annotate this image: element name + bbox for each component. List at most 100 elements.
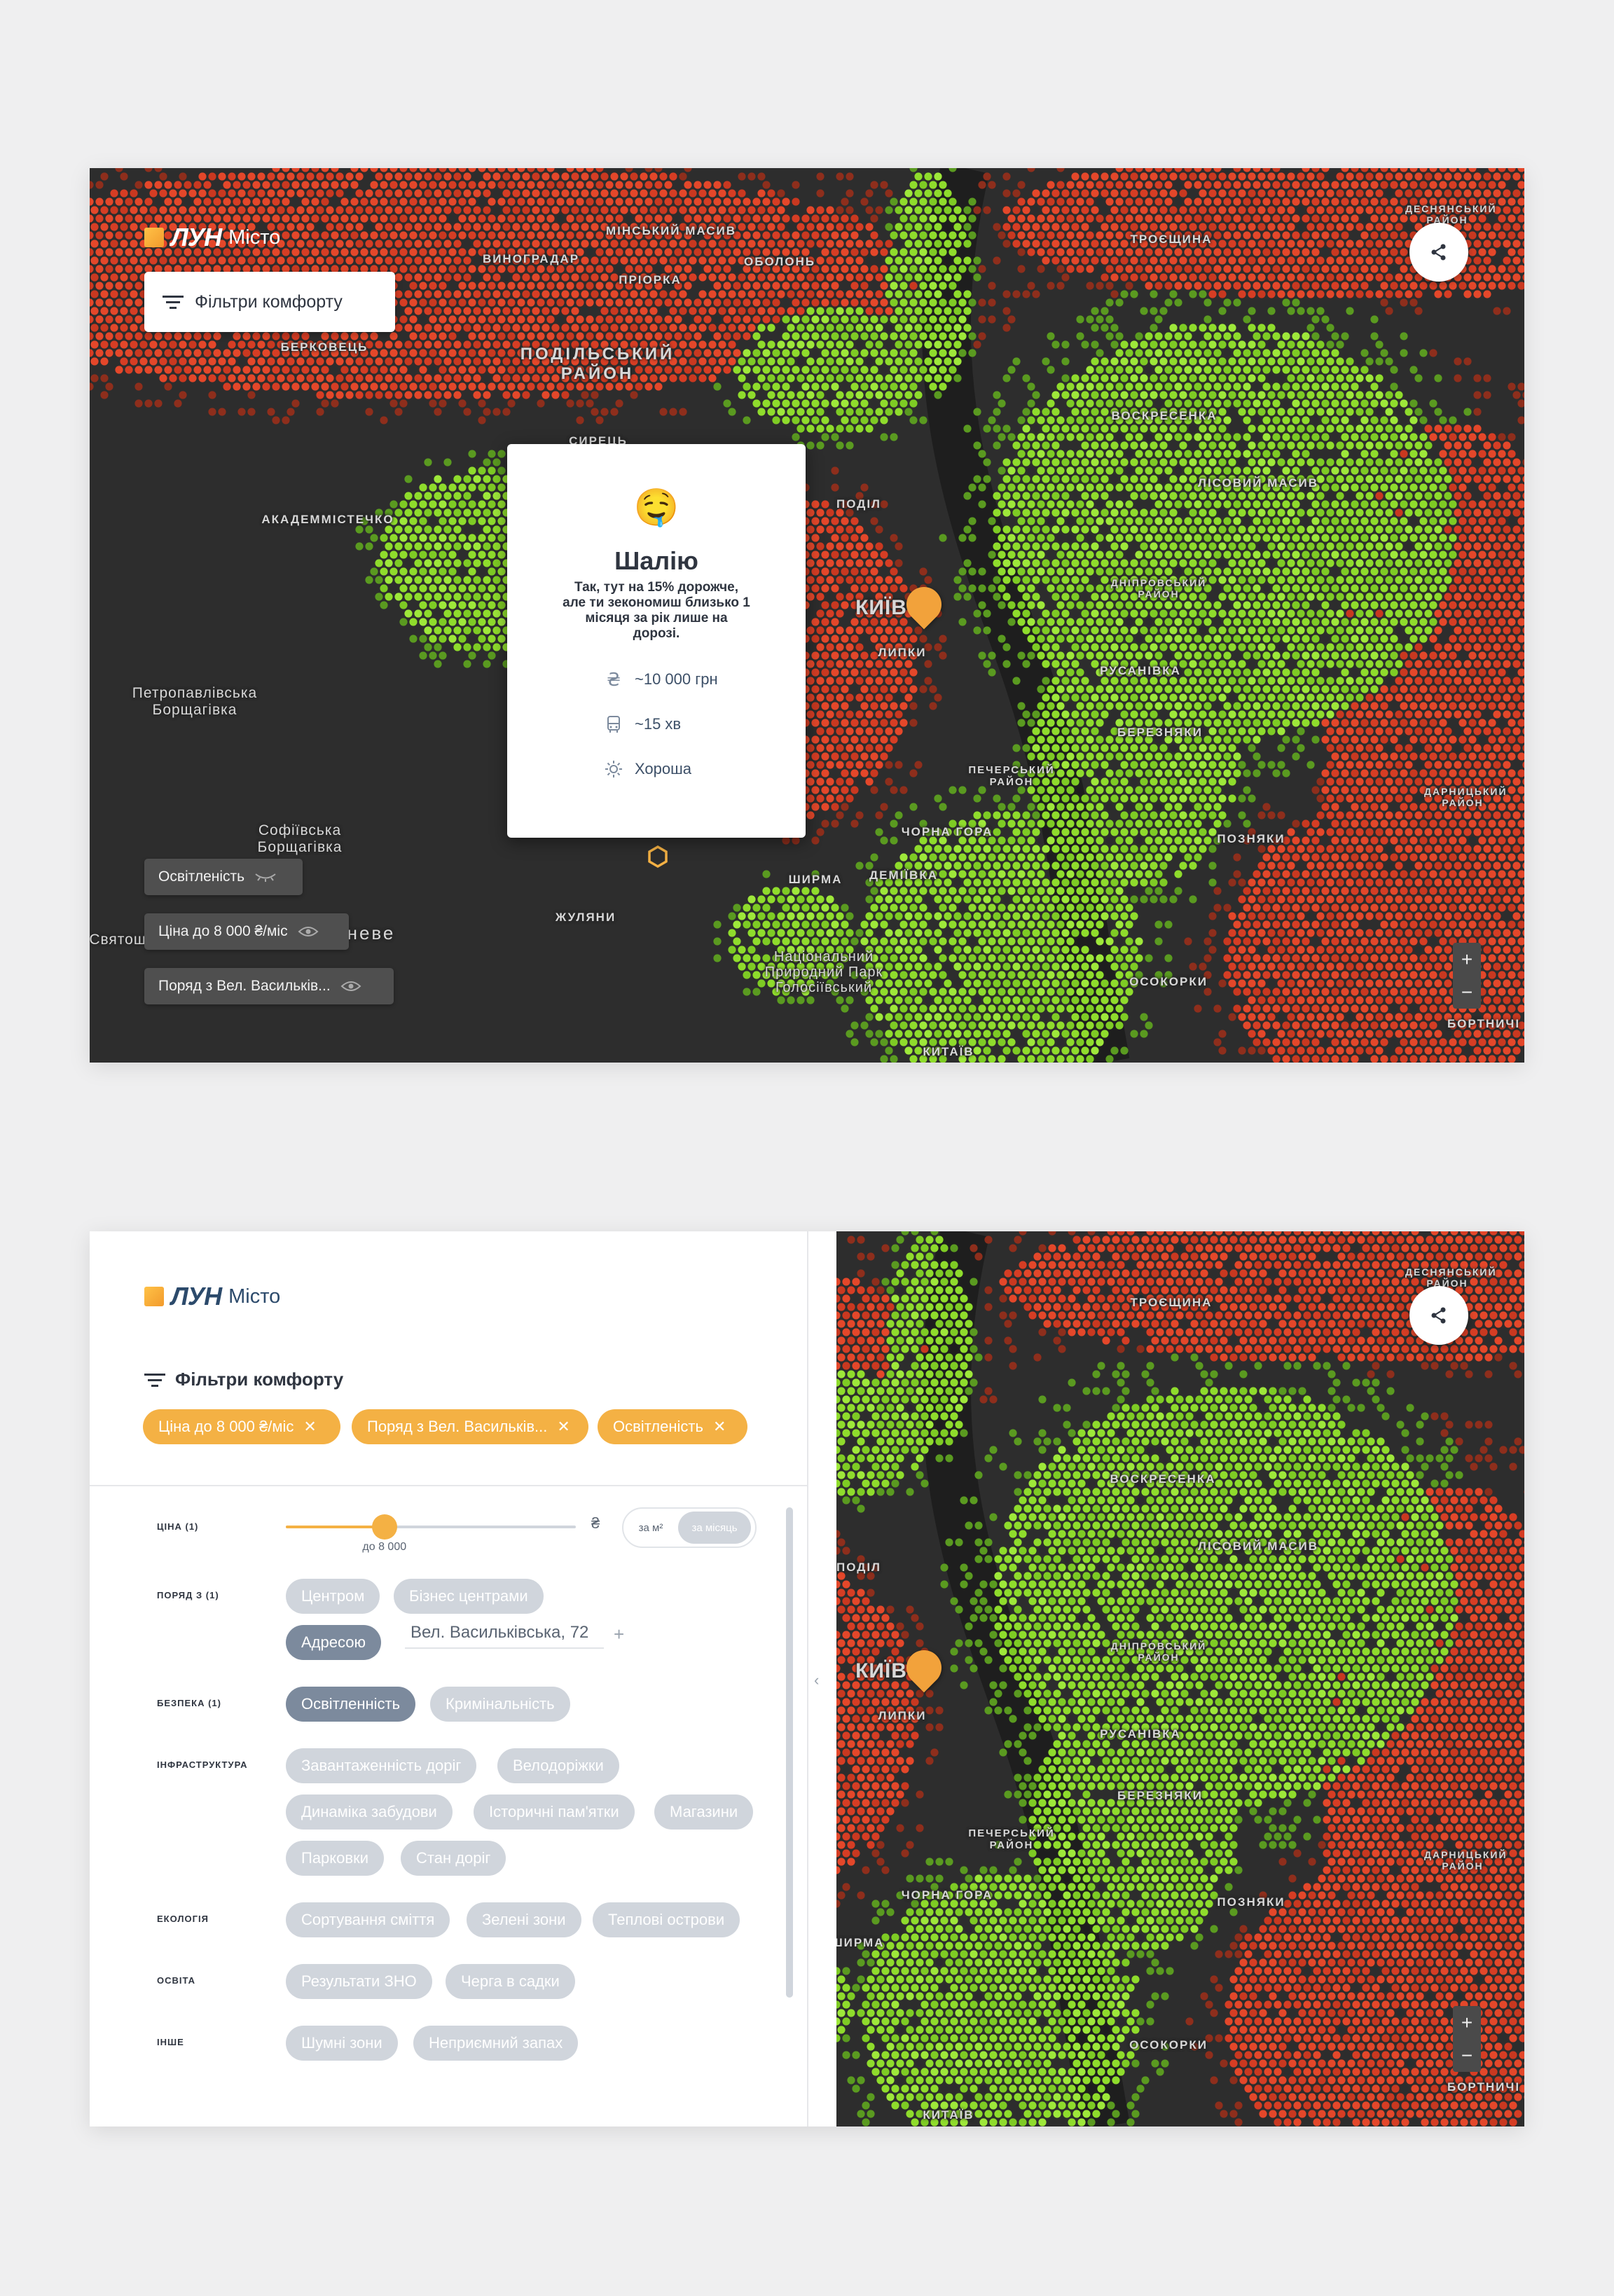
eye-closed-icon[interactable] <box>254 872 277 882</box>
active-filter-chip[interactable]: Поряд з Вел. Васильків... ✕ <box>352 1409 588 1444</box>
option-chip[interactable]: Центром <box>286 1579 380 1614</box>
price-slider[interactable] <box>286 1514 576 1540</box>
option-chip[interactable]: Черга в садки <box>446 1964 575 1999</box>
logo-sub: Місто <box>228 226 281 249</box>
price-stat: ₴ ~10 000 грн <box>604 657 806 702</box>
close-icon[interactable]: ✕ <box>303 1418 316 1436</box>
option-chip[interactable]: Неприємний запах <box>413 2026 579 2061</box>
toggle-per-month[interactable]: за місяць <box>678 1512 751 1544</box>
filters-header[interactable]: Фільтри комфорту <box>144 1369 343 1390</box>
zoom-out-button[interactable]: − <box>1461 2045 1472 2066</box>
option-chip[interactable]: Магазини <box>654 1794 754 1830</box>
map-label-city: Київ <box>855 1659 907 1682</box>
address-input[interactable]: Вел. Васильківська, 72 <box>405 1618 604 1649</box>
filter-icon <box>163 296 184 309</box>
price-unit-toggle[interactable]: за м² за місяць <box>622 1507 757 1548</box>
logo[interactable]: ЛУН Місто <box>144 1282 280 1311</box>
row-label-price: ЦІНА (1) <box>157 1521 199 1532</box>
map-label: Троєщина <box>1130 1296 1213 1309</box>
share-button[interactable] <box>1409 1286 1468 1345</box>
map-label: Поділ <box>836 1561 881 1574</box>
option-chip[interactable]: Теплові острови <box>593 1902 740 1937</box>
logo[interactable]: ЛУН Місто <box>144 223 280 252</box>
layer-chip-price[interactable]: Ціна до 8 000 ₴/міс <box>144 913 349 950</box>
option-chip-selected[interactable]: Освітленність <box>286 1687 416 1722</box>
map-label: Жуляни <box>555 911 616 924</box>
map-label: Позняки <box>1217 1895 1285 1909</box>
row-label-other: ІНШЕ <box>157 2037 184 2047</box>
chevron-left-icon[interactable]: ‹ <box>814 1671 819 1689</box>
row-label-safety: БЕЗПЕКА (1) <box>157 1698 221 1708</box>
map-label: Лісовий масив <box>1198 476 1318 490</box>
eye-icon[interactable] <box>340 980 361 993</box>
option-chip[interactable]: Кримінальність <box>430 1687 570 1722</box>
share-icon <box>1431 1307 1446 1324</box>
row-label-ecology: ЕКОЛОГІЯ <box>157 1914 209 1924</box>
popup-description: Так, тут на 15% дорожче, але ти зекономи… <box>563 580 750 641</box>
comfort-heatmap[interactable] <box>836 1231 1524 2126</box>
close-icon[interactable]: ✕ <box>713 1418 726 1436</box>
share-icon <box>1431 244 1446 261</box>
option-chip[interactable]: Зелені зони <box>467 1902 581 1937</box>
price-slider-fill <box>286 1526 385 1528</box>
map-label: Липки <box>878 646 927 659</box>
active-filter-chip[interactable]: Ціна до 8 000 ₴/міс ✕ <box>143 1409 340 1444</box>
option-chip[interactable]: Велодоріжки <box>497 1748 619 1783</box>
transit-stat-value: ~15 хв <box>635 715 682 733</box>
map-pane: Троєщина Воскресенка Поділ Київ Липки Лі… <box>836 1231 1524 2126</box>
hex-marker-icon[interactable] <box>646 845 670 869</box>
option-chip[interactable]: Завантаженність доріг <box>286 1748 477 1783</box>
map-label: Виноградар <box>482 252 580 265</box>
add-icon[interactable]: + <box>614 1624 624 1645</box>
option-chip[interactable]: Бізнес центрами <box>394 1579 544 1614</box>
divider <box>90 1485 807 1486</box>
option-chip[interactable]: Результати ЗНО <box>286 1964 432 1999</box>
layer-chip-lighting[interactable]: Освітленість <box>144 859 303 895</box>
map-label: Бортничі <box>1447 1017 1521 1030</box>
map-label-city: Київ <box>855 596 907 619</box>
map-label: Мінський масив <box>606 224 736 237</box>
option-chip[interactable]: Стан доріг <box>401 1841 506 1876</box>
zoom-in-button[interactable]: + <box>1461 2012 1472 2033</box>
option-chip[interactable]: Парковки <box>286 1841 384 1876</box>
map-label: Пріорка <box>619 273 682 286</box>
map-label: Печерський район <box>968 764 1055 788</box>
comfort-filters-label: Фільтри комфорту <box>195 291 343 312</box>
comfort-filters-button[interactable]: Фільтри комфорту <box>144 272 395 332</box>
area-info-popup: 🤤 Шалію Так, тут на 15% дорожче, але ти … <box>507 444 806 838</box>
option-chip[interactable]: Динаміка забудови <box>286 1794 453 1830</box>
map-label: Позняки <box>1217 832 1285 845</box>
share-button[interactable] <box>1409 223 1468 282</box>
price-slider-handle[interactable] <box>371 1514 397 1540</box>
active-filter-label: Поряд з Вел. Васильків... <box>367 1418 548 1435</box>
transit-stat: ~15 хв <box>604 702 806 747</box>
map-label: Подільський район <box>520 345 675 383</box>
map-label: Петропавлівська Борщагівка <box>132 685 258 718</box>
map-label: Софіївська Борщагівка <box>257 822 343 855</box>
scrollbar[interactable] <box>786 1507 793 1998</box>
map-label: Липки <box>878 1709 927 1722</box>
map-label: Деснянський район <box>1405 203 1497 226</box>
zoom-in-button[interactable]: + <box>1461 949 1472 969</box>
mood-emoji: 🤤 <box>633 487 680 528</box>
map-label: Березняки <box>1117 1789 1203 1802</box>
currency-label: ₴ <box>591 1514 600 1532</box>
option-chip-selected[interactable]: Адресою <box>286 1625 381 1660</box>
bus-icon <box>607 716 620 733</box>
active-filter-label: Освітленість <box>613 1418 703 1435</box>
active-filter-chip[interactable]: Освітленість ✕ <box>598 1409 747 1444</box>
option-chip[interactable]: Шумні зони <box>286 2026 398 2061</box>
close-icon[interactable]: ✕ <box>557 1418 570 1436</box>
map-label: Берковець <box>280 340 368 354</box>
eye-icon[interactable] <box>298 925 319 938</box>
layer-chip-address[interactable]: Поряд з Вел. Васильків... <box>144 968 394 1004</box>
zoom-out-button[interactable]: − <box>1461 982 1472 1002</box>
option-chip[interactable]: Історичні пам'ятки <box>474 1794 635 1830</box>
toggle-per-m2[interactable]: за м² <box>623 1522 678 1534</box>
logo-square-icon <box>144 1287 164 1306</box>
option-chip[interactable]: Сортування сміття <box>286 1902 450 1937</box>
logo-square-icon <box>144 228 164 247</box>
zoom-control: + − <box>1453 943 1481 1009</box>
map-label: Русанівка <box>1100 1727 1181 1741</box>
map-label: Дніпровський район <box>1110 1640 1207 1663</box>
